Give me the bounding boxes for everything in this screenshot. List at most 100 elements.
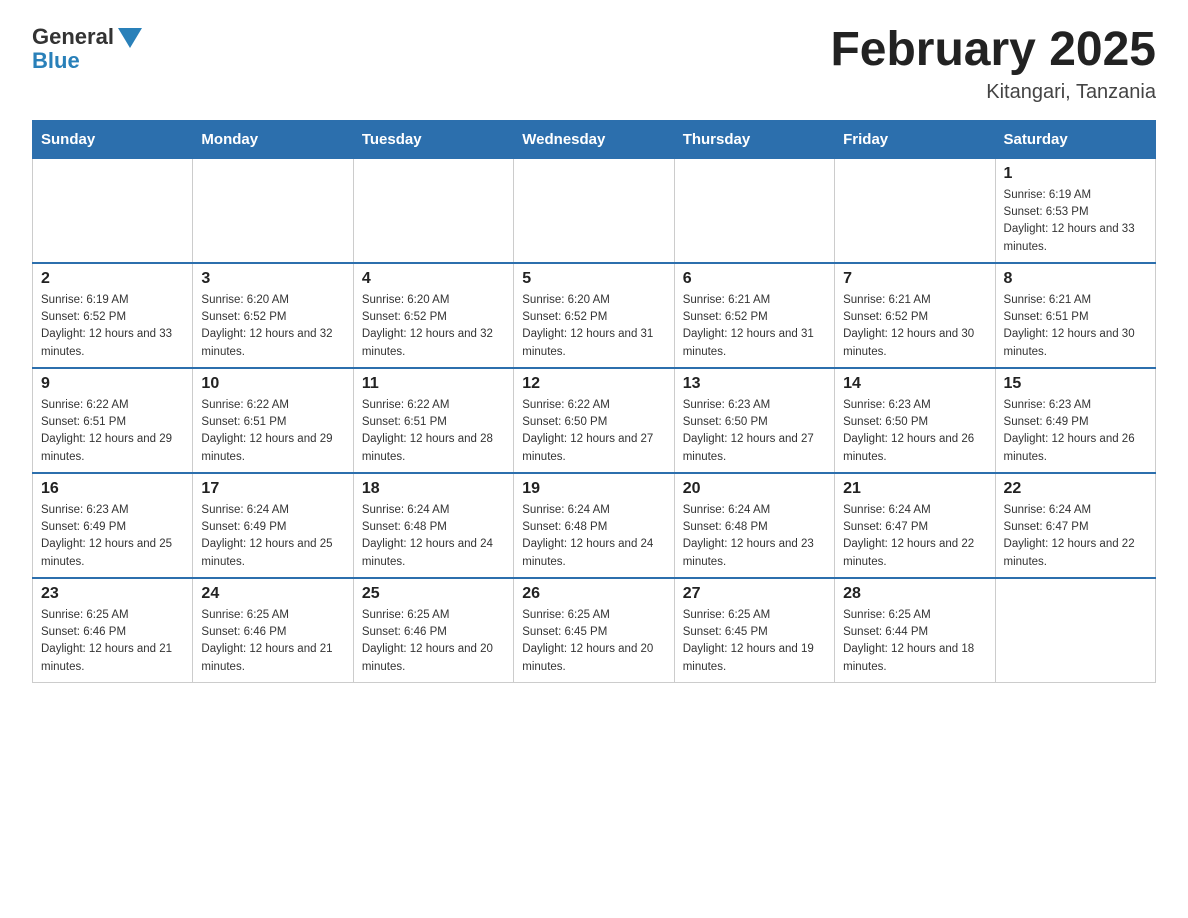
day-number: 15 xyxy=(1004,375,1147,393)
day-info: Sunrise: 6:25 AMSunset: 6:45 PMDaylight:… xyxy=(522,607,665,676)
calendar-day-cell: 26Sunrise: 6:25 AMSunset: 6:45 PMDayligh… xyxy=(514,578,674,683)
calendar-day-cell xyxy=(835,158,995,263)
day-number: 5 xyxy=(522,270,665,288)
day-number: 18 xyxy=(362,480,505,498)
calendar-day-cell: 25 Sunrise: 6:25 AMSunset: 6:46 PMDayligh… xyxy=(353,578,513,683)
calendar-day-cell: 7Sunrise: 6:21 AMSunset: 6:52 PMDaylight… xyxy=(835,263,995,368)
calendar-day-cell: 10 Sunrise: 6:22 AMSunset: 6:51 PMDayligh… xyxy=(193,368,353,473)
day-info: Sunrise: 6:21 AMSunset: 6:51 PMDaylight:… xyxy=(1004,292,1147,361)
day-number: 2 xyxy=(41,270,184,288)
calendar-day-cell: 23 Sunrise: 6:25 AMSunset: 6:46 PMDayligh… xyxy=(33,578,193,683)
calendar-day-cell: 22 Sunrise: 6:24 AMSunset: 6:47 PMDayligh… xyxy=(995,473,1155,578)
day-info: Sunrise: 6:19 AMSunset: 6:53 PMDaylight:… xyxy=(1004,187,1147,256)
calendar-day-cell: 24 Sunrise: 6:25 AMSunset: 6:46 PMDayligh… xyxy=(193,578,353,683)
calendar-day-cell: 5 Sunrise: 6:20 AMSunset: 6:52 PMDaylight… xyxy=(514,263,674,368)
day-number: 19 xyxy=(522,480,665,498)
day-number: 3 xyxy=(201,270,344,288)
day-number: 24 xyxy=(201,585,344,603)
day-info: Sunrise: 6:25 AMSunset: 6:45 PMDaylight:… xyxy=(683,607,826,676)
calendar-table: SundayMondayTuesdayWednesdayThursdayFrid… xyxy=(32,120,1156,683)
weekday-header-friday: Friday xyxy=(835,120,995,158)
day-number: 21 xyxy=(843,480,986,498)
title-block: February 2025 Kitangari, Tanzania xyxy=(830,24,1156,104)
day-number: 22 xyxy=(1004,480,1147,498)
logo-general-text: General xyxy=(32,24,114,50)
day-info: Sunrise: 6:23 AMSunset: 6:49 PMDaylight:… xyxy=(41,502,184,571)
calendar-week-row: 16 Sunrise: 6:23 AMSunset: 6:49 PMDayligh… xyxy=(33,473,1156,578)
day-info: Sunrise: 6:21 AMSunset: 6:52 PMDaylight:… xyxy=(843,292,986,361)
day-number: 23 xyxy=(41,585,184,603)
weekday-header-sunday: Sunday xyxy=(33,120,193,158)
logo: General Blue xyxy=(32,24,142,74)
calendar-day-cell: 14Sunrise: 6:23 AMSunset: 6:50 PMDayligh… xyxy=(835,368,995,473)
day-info: Sunrise: 6:21 AMSunset: 6:52 PMDaylight:… xyxy=(683,292,826,361)
day-info: Sunrise: 6:20 AMSunset: 6:52 PMDaylight:… xyxy=(201,292,344,361)
day-info: Sunrise: 6:20 AMSunset: 6:52 PMDaylight:… xyxy=(362,292,505,361)
weekday-header-tuesday: Tuesday xyxy=(353,120,513,158)
day-info: Sunrise: 6:24 AMSunset: 6:47 PMDaylight:… xyxy=(843,502,986,571)
day-number: 8 xyxy=(1004,270,1147,288)
day-number: 13 xyxy=(683,375,826,393)
day-number: 11 xyxy=(362,375,505,393)
day-info: Sunrise: 6:23 AMSunset: 6:50 PMDaylight:… xyxy=(683,397,826,466)
weekday-header-wednesday: Wednesday xyxy=(514,120,674,158)
day-number: 25 xyxy=(362,585,505,603)
day-number: 27 xyxy=(683,585,826,603)
page-header: General Blue February 2025 Kitangari, Ta… xyxy=(32,24,1156,104)
calendar-day-cell xyxy=(353,158,513,263)
day-number: 16 xyxy=(41,480,184,498)
day-info: Sunrise: 6:22 AMSunset: 6:50 PMDaylight:… xyxy=(522,397,665,466)
day-info: Sunrise: 6:25 AMSunset: 6:44 PMDaylight:… xyxy=(843,607,986,676)
day-info: Sunrise: 6:20 AMSunset: 6:52 PMDaylight:… xyxy=(522,292,665,361)
calendar-day-cell xyxy=(193,158,353,263)
day-info: Sunrise: 6:24 AMSunset: 6:48 PMDaylight:… xyxy=(683,502,826,571)
calendar-day-cell: 21 Sunrise: 6:24 AMSunset: 6:47 PMDayligh… xyxy=(835,473,995,578)
calendar-day-cell: 16 Sunrise: 6:23 AMSunset: 6:49 PMDayligh… xyxy=(33,473,193,578)
calendar-day-cell: 9Sunrise: 6:22 AMSunset: 6:51 PMDaylight… xyxy=(33,368,193,473)
calendar-week-row: 23 Sunrise: 6:25 AMSunset: 6:46 PMDayligh… xyxy=(33,578,1156,683)
calendar-subtitle: Kitangari, Tanzania xyxy=(830,81,1156,104)
calendar-week-row: 2 Sunrise: 6:19 AMSunset: 6:52 PMDaylight… xyxy=(33,263,1156,368)
day-info: Sunrise: 6:25 AMSunset: 6:46 PMDaylight:… xyxy=(41,607,184,676)
day-number: 4 xyxy=(362,270,505,288)
day-info: Sunrise: 6:22 AMSunset: 6:51 PMDaylight:… xyxy=(41,397,184,466)
calendar-day-cell: 11 Sunrise: 6:22 AMSunset: 6:51 PMDayligh… xyxy=(353,368,513,473)
calendar-day-cell: 18 Sunrise: 6:24 AMSunset: 6:48 PMDayligh… xyxy=(353,473,513,578)
calendar-day-cell xyxy=(33,158,193,263)
calendar-day-cell: 19 Sunrise: 6:24 AMSunset: 6:48 PMDayligh… xyxy=(514,473,674,578)
day-number: 12 xyxy=(522,375,665,393)
calendar-day-cell: 15Sunrise: 6:23 AMSunset: 6:49 PMDayligh… xyxy=(995,368,1155,473)
calendar-week-row: 9Sunrise: 6:22 AMSunset: 6:51 PMDaylight… xyxy=(33,368,1156,473)
calendar-day-cell: 4 Sunrise: 6:20 AMSunset: 6:52 PMDaylight… xyxy=(353,263,513,368)
day-info: Sunrise: 6:19 AMSunset: 6:52 PMDaylight:… xyxy=(41,292,184,361)
day-number: 17 xyxy=(201,480,344,498)
calendar-day-cell: 20 Sunrise: 6:24 AMSunset: 6:48 PMDayligh… xyxy=(674,473,834,578)
calendar-day-cell: 6Sunrise: 6:21 AMSunset: 6:52 PMDaylight… xyxy=(674,263,834,368)
calendar-day-cell: 17Sunrise: 6:24 AMSunset: 6:49 PMDayligh… xyxy=(193,473,353,578)
weekday-header-thursday: Thursday xyxy=(674,120,834,158)
calendar-day-cell xyxy=(674,158,834,263)
day-info: Sunrise: 6:25 AMSunset: 6:46 PMDaylight:… xyxy=(362,607,505,676)
calendar-day-cell: 27 Sunrise: 6:25 AMSunset: 6:45 PMDayligh… xyxy=(674,578,834,683)
day-number: 10 xyxy=(201,375,344,393)
day-info: Sunrise: 6:24 AMSunset: 6:47 PMDaylight:… xyxy=(1004,502,1147,571)
day-number: 20 xyxy=(683,480,826,498)
day-number: 28 xyxy=(843,585,986,603)
calendar-day-cell xyxy=(514,158,674,263)
calendar-day-cell: 8 Sunrise: 6:21 AMSunset: 6:51 PMDaylight… xyxy=(995,263,1155,368)
calendar-day-cell xyxy=(995,578,1155,683)
calendar-day-cell: 13 Sunrise: 6:23 AMSunset: 6:50 PMDayligh… xyxy=(674,368,834,473)
day-info: Sunrise: 6:24 AMSunset: 6:48 PMDaylight:… xyxy=(522,502,665,571)
day-info: Sunrise: 6:25 AMSunset: 6:46 PMDaylight:… xyxy=(201,607,344,676)
weekday-header-row: SundayMondayTuesdayWednesdayThursdayFrid… xyxy=(33,120,1156,158)
calendar-day-cell: 2 Sunrise: 6:19 AMSunset: 6:52 PMDaylight… xyxy=(33,263,193,368)
logo-blue-text: Blue xyxy=(32,48,80,74)
day-number: 1 xyxy=(1004,165,1147,183)
day-info: Sunrise: 6:24 AMSunset: 6:48 PMDaylight:… xyxy=(362,502,505,571)
calendar-day-cell: 1 Sunrise: 6:19 AMSunset: 6:53 PMDaylight… xyxy=(995,158,1155,263)
day-info: Sunrise: 6:22 AMSunset: 6:51 PMDaylight:… xyxy=(201,397,344,466)
weekday-header-saturday: Saturday xyxy=(995,120,1155,158)
calendar-title: February 2025 xyxy=(830,24,1156,77)
weekday-header-monday: Monday xyxy=(193,120,353,158)
day-info: Sunrise: 6:22 AMSunset: 6:51 PMDaylight:… xyxy=(362,397,505,466)
